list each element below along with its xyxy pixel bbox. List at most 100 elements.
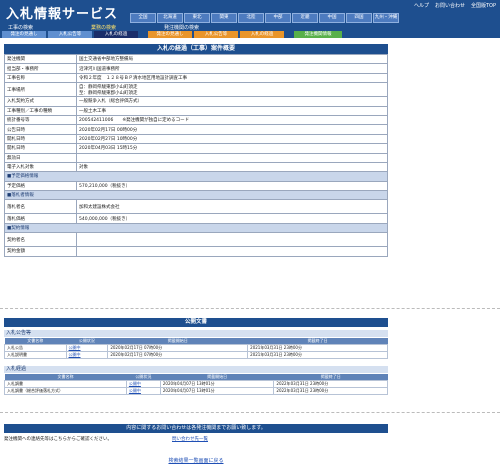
row-key: 契約金額	[4, 246, 77, 257]
region-kyushu[interactable]: 九州・沖縄	[373, 13, 399, 23]
national-top-link[interactable]: 全国版TOP	[471, 2, 496, 9]
row-key: 担当部・事務所	[4, 63, 77, 74]
winner-price: 540,000,000（税抜き）	[76, 213, 388, 224]
doc-status-link[interactable]: 公開中	[125, 380, 161, 388]
region-chugoku[interactable]: 中国	[319, 13, 345, 23]
progress-docs-table: 文書名称 公開状況 掲載開始日 掲載終了日 入札調書 公開中 2020年04月0…	[4, 374, 388, 395]
doc-name: 入札公告	[4, 344, 67, 352]
row-value: 2020年02月17日 00時00分	[76, 124, 388, 135]
region-hokuriku[interactable]: 北陸	[238, 13, 264, 23]
table-row: 入札契約方式 一般競争入札（総合評価方式）	[4, 96, 388, 107]
table-row: 開札日時 2020年04月03日 15時15分	[4, 143, 388, 154]
table-row: 落札者名 加和太建設株式会社	[4, 199, 388, 215]
ordering-search-label: 発注機関の検索	[164, 24, 200, 31]
region-zenkoku[interactable]: 全国	[130, 13, 156, 23]
tab-business-notice[interactable]: 入札公告等	[194, 31, 238, 38]
doc-name: 入札説明書	[4, 351, 67, 359]
doc-status-link[interactable]: 公開中	[65, 351, 109, 359]
table-row: 担当部・事務所 沼津河川国道事務所	[4, 63, 388, 74]
row-value: 自：静岡県駿東郡小山町須走 至：静岡県駿東郡小山町須走	[76, 82, 388, 98]
tab-construction-progress[interactable]: 入札の経過	[94, 31, 138, 38]
region-nav: 全国 北海道 東北 関東 北陸 中部 近畿 中国 四国 九州・沖縄	[130, 13, 399, 23]
notice-docs-heading: 入札公告等	[4, 330, 388, 337]
doc-start: 2020年04月07日 13時01分	[159, 380, 275, 388]
top-links: ヘルプ お問い合わせ 全国版TOP	[414, 2, 496, 9]
group-header: ■落札者情報	[4, 190, 388, 201]
table-row: 入札調書（総合評価落札方式） 公開中 2020年04月07日 13時01分 20…	[4, 387, 388, 395]
summary-panel: 入札の経過（工事）案件概要 発注機関 国土交通省中部地方整備局 担当部・事務所 沼津…	[4, 44, 388, 257]
site-header: 入札情報サービス ヘルプ お問い合わせ 全国版TOP 全国 北海道 東北 関東 …	[0, 0, 500, 38]
row-key: 開札日時	[4, 133, 77, 145]
progress-docs-heading: 入札経過	[4, 366, 388, 373]
estimate-value: 570,210,000（税抜き）	[76, 180, 388, 192]
tab-ordering-info[interactable]: 発注機関情報	[294, 31, 342, 38]
region-tohoku[interactable]: 東北	[184, 13, 210, 23]
table-row: 予定価格 570,210,000（税抜き）	[4, 180, 388, 192]
row-key: 無効日	[4, 152, 77, 163]
row-value: 200542411006 ※発注機関が独自に定めるコード	[76, 114, 388, 126]
row-key: 発注機関	[4, 53, 77, 65]
site-logo[interactable]: 入札情報サービス	[6, 3, 118, 22]
row-value: 2020年04月03日 15時15分	[76, 143, 388, 154]
winner-group-label: ■落札者情報	[4, 190, 388, 201]
table-row: 工事名称 令和２年度 １２８号ＢＰ清水地区用地設計調査工事	[4, 72, 388, 84]
doc-start: 2020年02月17日 07時00分	[107, 344, 249, 352]
table-row: 統計番号等 200542411006 ※発注機関が独自に定めるコード	[4, 114, 388, 126]
summary-table: 発注機関 国土交通省中部地方整備局 担当部・事務所 沼津河川国道事務所 工事名称 令和…	[4, 53, 388, 257]
table-row: 入札公告 公開中 2020年02月17日 07時00分 2021年03月31日 …	[4, 344, 388, 352]
table-row: 入札調書 公開中 2020年04月07日 13時01分 2022年03月31日 …	[4, 380, 388, 388]
tab-construction-notice[interactable]: 入札公告等	[48, 31, 92, 38]
estimate-group-label: ■予定価格情報	[4, 171, 388, 182]
tab-business-outlook[interactable]: 発注の見通し	[148, 31, 192, 38]
row-key: 公告日時	[4, 124, 77, 135]
row-key: 工事種別／工事の種類	[4, 105, 77, 116]
group-header: ■予定価格情報	[4, 171, 388, 182]
doc-end: 2021年03月31日 23時00分	[247, 344, 388, 352]
table-row: 無効日	[4, 152, 388, 163]
row-key: 落札価格	[4, 213, 77, 224]
row-key: 予定価格	[4, 180, 77, 192]
region-kinki[interactable]: 近畿	[292, 13, 318, 23]
doc-name: 入札調書	[4, 380, 127, 388]
table-row: 工事場所 自：静岡県駿東郡小山町須走 至：静岡県駿東郡小山町須走	[4, 82, 388, 98]
notice-docs-table: 文書名称 公開状況 掲載開始日 掲載終了日 入札公告 公開中 2020年02月1…	[4, 338, 388, 359]
row-value: 2020年02月27日 10時00分	[76, 133, 388, 145]
doc-status-link[interactable]: 公開中	[65, 344, 109, 352]
doc-end: 2022年03月31日 23時00分	[273, 380, 388, 388]
contact-list-link[interactable]: 問い合わせ先一覧	[172, 436, 208, 442]
category-tabs: 発注の見通し 入札公告等 入札の経過 発注の見通し 入札公告等 入札の経過 発注…	[2, 31, 342, 38]
table-row: 入札説明書 公開中 2020年02月17日 07時00分 2021年03月31日…	[4, 351, 388, 359]
table-row: 開札日時 2020年02月27日 10時00分	[4, 133, 388, 145]
row-key: 工事名称	[4, 72, 77, 84]
table-row: 落札価格 540,000,000（税抜き）	[4, 213, 388, 224]
row-key: 工事場所	[4, 82, 77, 98]
row-value	[76, 152, 388, 163]
doc-status-link[interactable]: 公開中	[125, 387, 161, 395]
back-to-results-link[interactable]: 検索結果一覧画面に戻る	[0, 457, 392, 464]
table-row: 公告日時 2020年02月17日 00時00分	[4, 124, 388, 135]
region-shikoku[interactable]: 四国	[346, 13, 372, 23]
table-row: 契約者名	[4, 232, 388, 248]
help-link[interactable]: ヘルプ	[414, 2, 429, 9]
region-hokkaido[interactable]: 北海道	[157, 13, 183, 23]
region-kanto[interactable]: 関東	[211, 13, 237, 23]
row-value: 一般土木工事	[76, 105, 388, 116]
row-key: 入札契約方式	[4, 96, 77, 107]
tab-construction-outlook[interactable]: 発注の見通し	[2, 31, 46, 38]
public-docs-title: 公開文書	[4, 318, 388, 327]
row-value: 対象	[76, 161, 388, 173]
inquiry-row: 発注機関への連絡先等はこちらからご確認ください。 問い合わせ先一覧	[4, 436, 388, 442]
contract-group-label: ■契約情報	[4, 222, 388, 234]
region-chubu[interactable]: 中部	[265, 13, 291, 23]
group-header: ■契約情報	[4, 222, 388, 234]
contact-link[interactable]: お問い合わせ	[435, 2, 465, 9]
contract-amount	[76, 246, 388, 257]
tab-business-progress[interactable]: 入札の経過	[240, 31, 284, 38]
summary-title: 入札の経過（工事）案件概要	[4, 44, 388, 54]
row-value: 沼津河川国道事務所	[76, 63, 388, 74]
divider	[0, 412, 500, 413]
row-value: 一般競争入札（総合評価方式）	[76, 96, 388, 107]
row-key: 開札日時	[4, 143, 77, 154]
winner-name: 加和太建設株式会社	[76, 199, 388, 215]
row-key: 電子入札対象	[4, 161, 77, 173]
